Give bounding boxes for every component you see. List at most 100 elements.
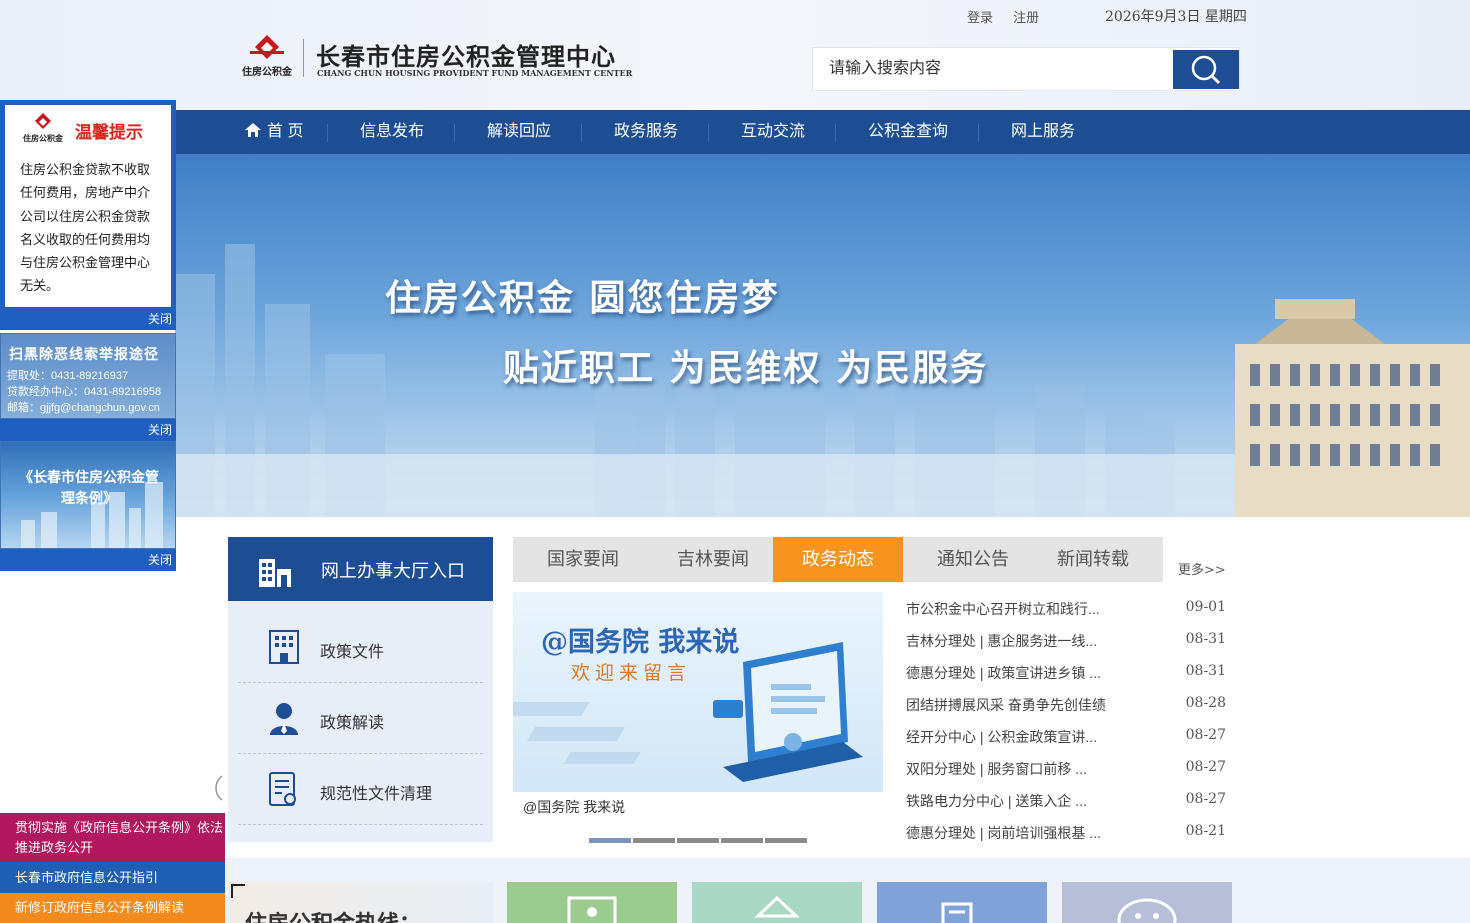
register-link[interactable]: 注册 (1013, 11, 1039, 26)
hotline-box: 住房公积金热线： (229, 882, 493, 923)
tab-news-repost[interactable]: 新闻转载 (1033, 537, 1153, 582)
policy-item-label: 政策文件 (320, 644, 385, 661)
nav-divider (708, 124, 709, 142)
news-tabs: 国家要闻 吉林要闻 政务动态 通知公告 新闻转载 (513, 537, 1163, 582)
more-link[interactable]: 更多>> (1178, 559, 1226, 578)
quick-link-4[interactable] (1062, 882, 1232, 923)
logo-divider (303, 39, 304, 77)
news-title: 吉林分理处 | 惠企服务进一线... (906, 633, 1098, 649)
slide-indicator[interactable] (765, 838, 807, 843)
tab-jilin-news[interactable]: 吉林要闻 (653, 537, 773, 582)
service-panel: 网上办事大厅入口 政策文件 政策解读 规范性文件清理 (228, 537, 493, 842)
news-item[interactable]: 德惠分理处 | 岗前培训强根基 ... 08-21 (906, 823, 1226, 855)
news-date: 08-21 (1185, 823, 1226, 839)
login-link[interactable]: 登录 (967, 11, 993, 26)
nav-divider (978, 124, 979, 142)
gov-info-guide-link[interactable]: 长春市政府信息公开指引 (0, 862, 225, 893)
nav-info-release[interactable]: 信息发布 (360, 110, 424, 154)
policy-item-label: 规范性文件清理 (320, 786, 433, 803)
policy-interpretation-link[interactable]: 政策解读 (238, 683, 483, 754)
news-title: 双阳分理处 | 服务窗口前移 ... (906, 761, 1087, 777)
warm-tip-popup: 住房公积金 温馨提示 住房公积金贷款不收取任何费用，房地产中介公司以住房公积金贷… (0, 100, 176, 330)
news-date: 09-01 (1185, 599, 1226, 615)
news-item[interactable]: 经开分中心 | 公积金政策宣讲... 08-27 (906, 727, 1226, 759)
search-icon (1191, 55, 1221, 85)
close-button[interactable]: 关闭 (0, 308, 176, 330)
news-slide-image[interactable]: @国务院 我来说 欢迎来留言 (513, 592, 883, 792)
news-title: 团结拼搏展风采 奋勇争先创佳绩 (906, 697, 1106, 713)
nav-home-label: 首 页 (267, 123, 304, 140)
quick-link-3[interactable] (877, 882, 1047, 923)
online-hall-entry[interactable]: 网上办事大厅入口 (228, 537, 493, 601)
tab-gov-dynamics[interactable]: 政务动态 (773, 537, 903, 582)
gov-info-open-link[interactable]: 贯彻实施《政府信息公开条例》依法推进政务公开 (0, 813, 225, 862)
nav-divider (835, 124, 836, 142)
news-date: 08-31 (1185, 631, 1226, 647)
tab-notices[interactable]: 通知公告 (913, 537, 1033, 582)
policy-documents-link[interactable]: 政策文件 (238, 612, 483, 683)
logo-mark-text: 住房公积金 (23, 133, 64, 143)
news-item[interactable]: 吉林分理处 | 惠企服务进一线... 08-31 (906, 631, 1226, 663)
news-item[interactable]: 铁路电力分中心 | 送策入企 ... 08-27 (906, 791, 1226, 823)
nav-online-services[interactable]: 网上服务 (1011, 110, 1075, 154)
nav-divider (454, 124, 455, 142)
news-item[interactable]: 德惠分理处 | 政策宣讲进乡镇 ... 08-31 (906, 663, 1226, 695)
city-skyline-image (175, 244, 1470, 517)
news-title: 德惠分理处 | 岗前培训强根基 ... (906, 825, 1101, 841)
normative-docs-link[interactable]: 规范性文件清理 (238, 754, 483, 825)
slide-indicator[interactable] (633, 838, 675, 843)
search-input[interactable] (813, 48, 1173, 90)
report-line: 提取处：0431-89216937 (7, 370, 129, 382)
nav-interaction[interactable]: 互动交流 (741, 110, 805, 154)
hotline-label: 住房公积金热线： (245, 906, 421, 923)
regulations-ad[interactable]: 《长春市住房公积金管理条例》 (0, 441, 176, 549)
site-logo[interactable]: 住房公积金 长春市住房公积金管理中心 CHANG CHUN HOUSING PR… (236, 33, 632, 85)
tab-national-news[interactable]: 国家要闻 (523, 537, 643, 582)
close-button[interactable]: 关闭 (0, 419, 176, 441)
slide-caption[interactable]: @国务院 我来说 (523, 797, 625, 817)
nav-home[interactable]: 首 页 (245, 110, 303, 154)
regulations-title: 《长春市住房公积金管理条例》 (19, 470, 159, 507)
warm-tip-text: 住房公积金贷款不收取任何费用，房地产中介公司以住房公积金贷款名义收取的任何费用均… (20, 162, 151, 294)
news-item[interactable]: 双阳分理处 | 服务窗口前移 ... 08-27 (906, 759, 1226, 791)
warm-tip-title: 温馨提示 (75, 123, 143, 143)
logo-mark-text: 住房公积金 (242, 65, 293, 78)
slide-indicator[interactable] (677, 838, 719, 843)
report-channel-ad[interactable]: 扫黑除恶线索举报途径 提取处：0431-89216937 贷款经办中心：0431… (0, 333, 176, 419)
warm-tip-body: 住房公积金 温馨提示 住房公积金贷款不收取任何费用，房地产中介公司以住房公积金贷… (5, 105, 171, 307)
search-box (812, 47, 1240, 91)
nav-divider (327, 124, 328, 142)
quick-link-1[interactable] (507, 882, 677, 923)
search-button[interactable] (1173, 50, 1239, 89)
main-nav: 首 页 信息发布 解读回应 政务服务 互动交流 公积金查询 网上服务 (175, 110, 1470, 154)
slide-indicator[interactable] (721, 838, 763, 843)
news-date: 08-28 (1185, 695, 1226, 711)
slide-subtitle: 欢迎来留言 (571, 662, 692, 684)
news-item[interactable]: 市公积金中心召开树立和践行... 09-01 (906, 599, 1226, 631)
nav-fund-query[interactable]: 公积金查询 (868, 110, 948, 154)
report-line: 贷款经办中心：0431-89216958 (7, 386, 162, 398)
close-button[interactable]: 关闭 (0, 549, 176, 571)
report-title: 扫黑除恶线索举报途径 (9, 347, 159, 363)
hero-banner: 住房公积金 圆您住房梦 贴近职工 为民维权 为民服务 (175, 154, 1470, 517)
carousel-left-arrow-icon[interactable] (212, 774, 224, 802)
home-icon (245, 123, 261, 137)
chat-bubble-icon (1117, 898, 1177, 923)
regulation-interpretation-link[interactable]: 新修订政府信息公开条例解读 (0, 893, 225, 923)
building-icon (259, 559, 291, 587)
quick-link-2[interactable] (692, 882, 862, 923)
nav-gov-services[interactable]: 政务服务 (614, 110, 678, 154)
site-header: 登录 注册 2026年9月3日 星期四 住房公积金 长春市住房公积金管理中心 C… (0, 0, 1470, 110)
news-item[interactable]: 团结拼搏展风采 奋勇争先创佳绩 08-28 (906, 695, 1226, 727)
nav-interpretation[interactable]: 解读回应 (487, 110, 551, 154)
banner-slogan-1: 住房公积金 圆您住房梦 (385, 277, 780, 319)
current-date: 2026年9月3日 星期四 (1105, 9, 1247, 25)
corner-bracket-icon (231, 884, 245, 898)
news-date: 08-31 (1185, 663, 1226, 679)
news-title: 经开分中心 | 公积金政策宣讲... (906, 729, 1098, 745)
person-icon (270, 703, 298, 735)
slide-indicator[interactable] (589, 838, 631, 843)
news-date: 08-27 (1185, 759, 1226, 775)
id-card-icon (567, 896, 617, 923)
document-edit-icon (941, 902, 973, 923)
